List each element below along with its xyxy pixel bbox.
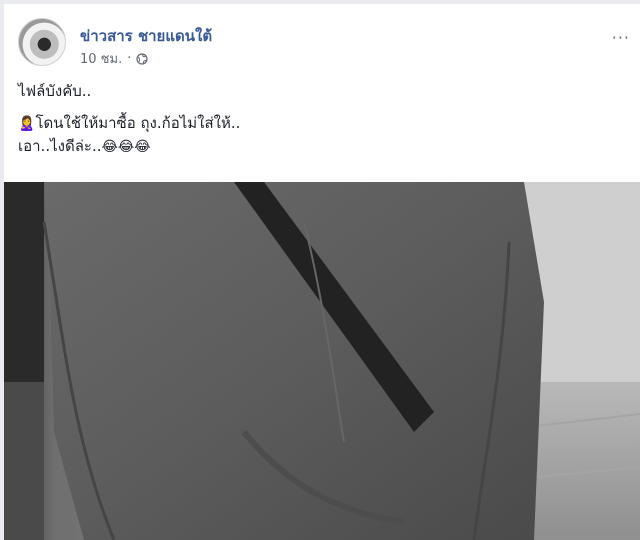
- post-text: ไฟล์บังคับ.. 🙎‍♀️โดนใช้ให้มาซื้อ ถุง.ก้อ…: [18, 80, 624, 158]
- laughing-emoji-icon: 😂😂😂: [101, 139, 151, 155]
- post-header: ข่าวสาร ชายแดนใต้ 10 ชม. · ···: [18, 18, 640, 70]
- post-text-line-2: 🙎‍♀️โดนใช้ให้มาซื้อ ถุง.ก้อไม่ใส่ให้..: [18, 112, 624, 135]
- more-options-button[interactable]: ···: [612, 28, 630, 47]
- post-time[interactable]: 10 ชม.: [80, 48, 122, 69]
- globe-icon[interactable]: [136, 52, 148, 65]
- post-text-line-1: ไฟล์บังคับ..: [18, 82, 92, 100]
- avatar[interactable]: [18, 18, 66, 66]
- post-card: ข่าวสาร ชายแดนใต้ 10 ชม. · ··· ไฟล์บังคั…: [4, 4, 640, 540]
- post-text-paragraph-2: 🙎‍♀️โดนใช้ให้มาซื้อ ถุง.ก้อไม่ใส่ให้.. เ…: [18, 112, 624, 158]
- post-photo[interactable]: [4, 182, 640, 540]
- woman-emoji-icon: 🙎‍♀️: [18, 116, 36, 132]
- post-meta: 10 ชม. ·: [80, 48, 148, 69]
- post-text-line-2-text: โดนใช้ให้มาซื้อ ถุง.ก้อไม่ใส่ให้..: [35, 114, 241, 132]
- author-name[interactable]: ข่าวสาร ชายแดนใต้: [80, 24, 212, 48]
- post-text-line-3-text: เอา..ไงดีล่ะ..: [18, 137, 102, 155]
- post-text-line-3: เอา..ไงดีล่ะ..😂😂😂: [18, 135, 624, 158]
- meta-separator: ·: [127, 51, 132, 66]
